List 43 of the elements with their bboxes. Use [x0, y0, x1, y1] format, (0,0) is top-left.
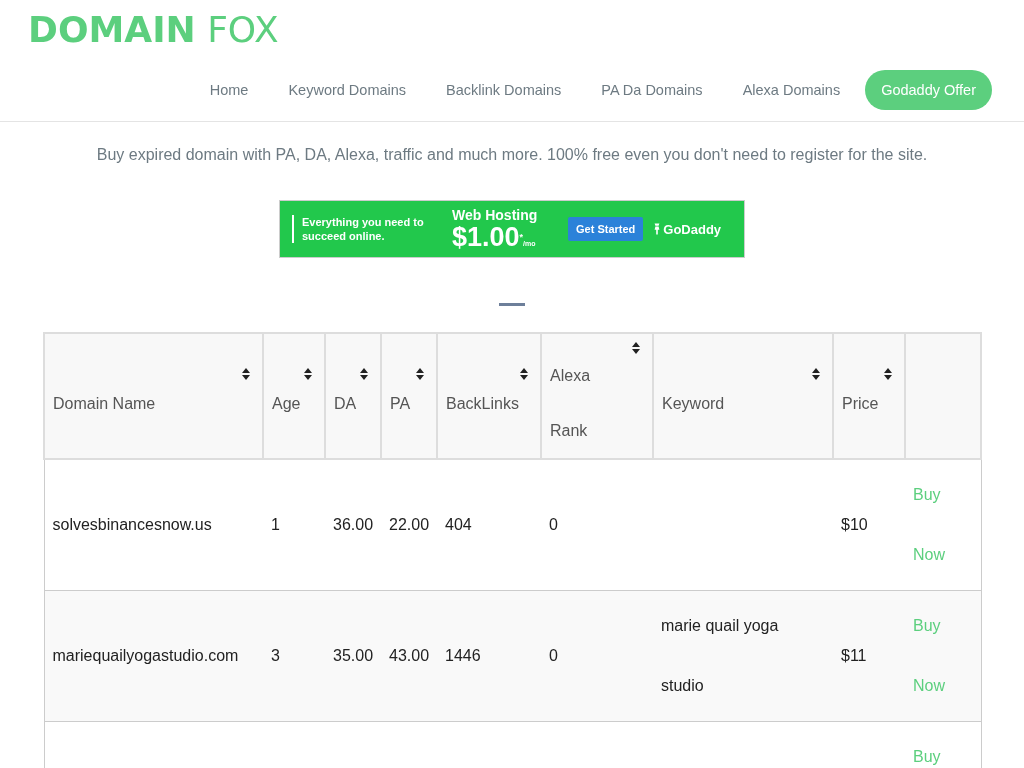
column-header[interactable]: Keyword — [653, 333, 833, 459]
column-header[interactable]: Price — [833, 333, 905, 459]
column-header[interactable]: Domain Name — [44, 333, 263, 459]
column-header[interactable]: BackLinks — [437, 333, 541, 459]
figure-icon — [653, 222, 662, 236]
table-cell: 22.00 — [381, 459, 437, 590]
tagline: Buy expired domain with PA, DA, Alexa, traffic and much more. 100% free even you don't need to register for the site. — [95, 146, 929, 164]
table-cell: 404 — [437, 459, 541, 590]
sort-icon[interactable] — [812, 368, 820, 380]
column-header[interactable]: Age — [263, 333, 325, 459]
table-cell: 36.00 — [325, 459, 381, 590]
nav-link[interactable]: Home — [189, 82, 269, 98]
sort-icon[interactable] — [884, 368, 892, 380]
sort-icon[interactable] — [632, 342, 640, 354]
table-cell: marie quail yoga studio — [653, 590, 833, 721]
table-cell: 1446 — [437, 590, 541, 721]
brand-logo: GoDaddy — [653, 221, 722, 237]
ad-text: Everything you need to succeed online. — [292, 215, 442, 243]
sort-icon[interactable] — [304, 368, 312, 380]
nav-link[interactable]: Backlink Domains — [426, 82, 582, 98]
sort-icon[interactable] — [242, 368, 250, 380]
table-cell: solvesbinancesnow.us — [44, 459, 263, 590]
table-cell: 0 — [541, 459, 653, 590]
nav-link[interactable]: PA Da Domains — [581, 82, 723, 98]
table-cell: mariequailyogastudio.com — [44, 590, 263, 721]
divider-mark — [499, 303, 525, 306]
ad-product: Web Hosting — [452, 207, 539, 223]
sort-icon[interactable] — [360, 368, 368, 380]
column-header[interactable]: DA — [325, 333, 381, 459]
table-cell: 3 — [263, 590, 325, 721]
table-cell: $11 — [833, 590, 905, 721]
table-cell: $10 — [833, 459, 905, 590]
nav-link[interactable]: Keyword Domains — [268, 82, 427, 98]
table-cell: 35.00 — [325, 590, 381, 721]
table-cell: 0 — [541, 590, 653, 721]
get-started-button[interactable]: Get Started — [568, 217, 644, 241]
sort-icon[interactable] — [520, 368, 528, 380]
nav-link[interactable]: Alexa Domains — [722, 82, 861, 98]
table-cell: 43.00 — [381, 590, 437, 721]
column-header[interactable]: PA — [381, 333, 437, 459]
table-cell: 1 — [263, 459, 325, 590]
column-header[interactable]: Alexa Rank — [541, 333, 653, 459]
sort-icon[interactable] — [416, 368, 424, 380]
